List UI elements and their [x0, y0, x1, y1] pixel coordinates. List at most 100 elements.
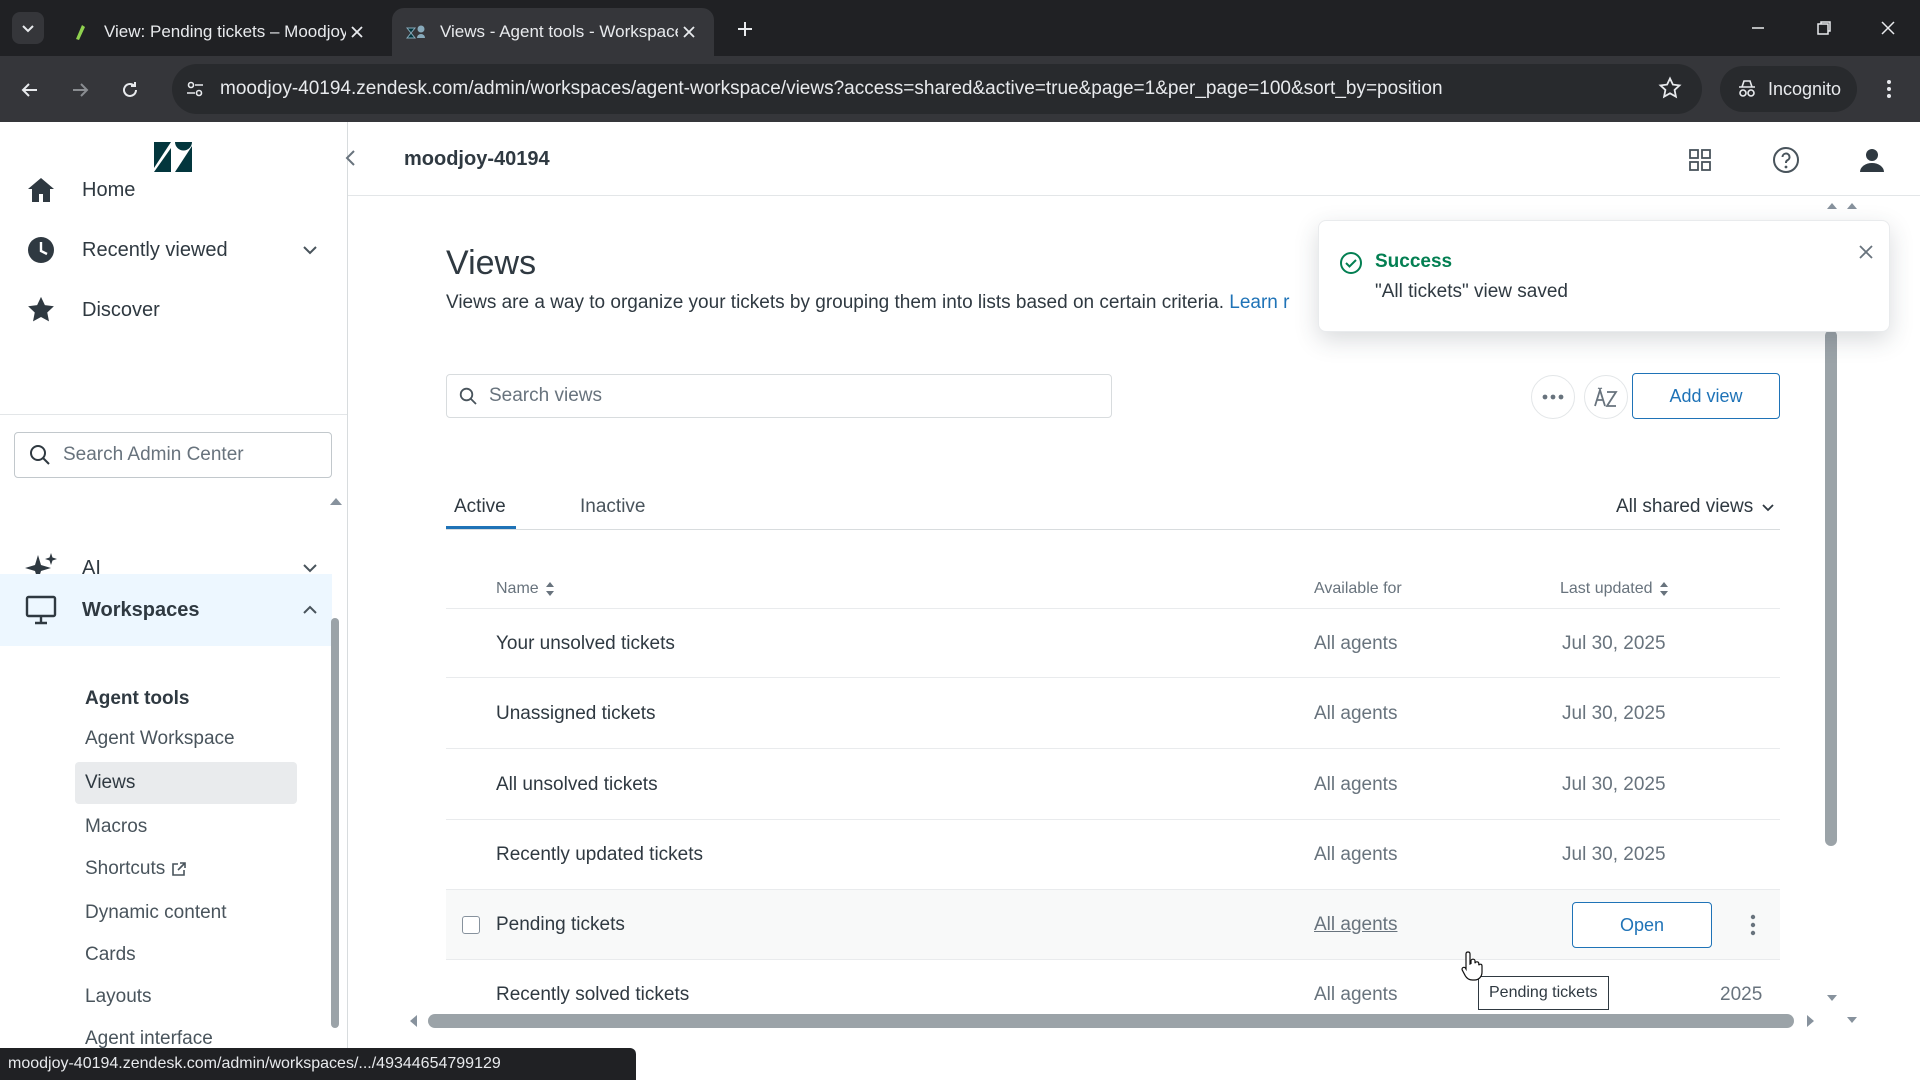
search-icon	[30, 445, 50, 465]
table-row[interactable]: All unsolved tickets All agents Jul 30, …	[446, 750, 1780, 820]
column-header-name[interactable]: Name	[496, 580, 555, 598]
column-label: Last updated	[1560, 580, 1653, 597]
view-name[interactable]: Recently updated tickets	[496, 820, 703, 890]
user-profile-icon[interactable]	[1858, 146, 1886, 174]
active-tab-indicator	[446, 526, 516, 529]
sidebar-scroll-up-arrow[interactable]	[328, 494, 344, 508]
browser-tab-pending[interactable]: View: Pending tickets – Moodjoy	[58, 8, 382, 56]
reload-button[interactable]	[112, 72, 148, 108]
home-icon	[24, 173, 58, 207]
forward-button[interactable]	[62, 72, 98, 108]
view-last-updated: 2025	[1720, 984, 1763, 1005]
nav-label: Discover	[82, 298, 160, 321]
browser-toolbar: moodjoy-40194.zendesk.com/admin/workspac…	[0, 56, 1920, 122]
tabs-divider	[446, 529, 1780, 530]
tab-inactive[interactable]: Inactive	[580, 496, 645, 518]
page-scroll-up-arrow[interactable]	[1846, 200, 1858, 212]
help-icon[interactable]	[1772, 146, 1800, 174]
browser-menu-button[interactable]	[1874, 74, 1904, 104]
view-name[interactable]: All unsolved tickets	[496, 750, 658, 820]
view-name[interactable]: Recently solved tickets	[496, 960, 689, 1020]
view-name[interactable]: Your unsolved tickets	[496, 609, 675, 679]
table-row[interactable]: Pending tickets All agents Open	[446, 890, 1780, 960]
horizontal-scroll-left-arrow[interactable]	[408, 1014, 420, 1028]
page-description: Views are a way to organize your tickets…	[446, 292, 1289, 314]
incognito-icon	[1739, 80, 1755, 97]
view-name[interactable]: Unassigned tickets	[496, 679, 655, 749]
products-grid-icon[interactable]	[1686, 146, 1714, 174]
page-scroll-down-arrow[interactable]	[1846, 1014, 1858, 1026]
nav-home[interactable]: Home	[0, 160, 332, 220]
address-bar[interactable]: moodjoy-40194.zendesk.com/admin/workspac…	[172, 64, 1702, 114]
new-tab-button[interactable]	[730, 14, 760, 44]
content-scrollbar[interactable]	[1825, 330, 1837, 846]
view-availability-link[interactable]: All agents	[1314, 890, 1397, 960]
column-header-updated[interactable]: Last updated	[1560, 580, 1669, 598]
toast-title: Success	[1375, 251, 1453, 272]
close-tab-icon[interactable]	[346, 21, 368, 43]
column-label: Available for	[1314, 580, 1402, 597]
sub-item-views[interactable]: Views	[75, 762, 297, 804]
table-row[interactable]: Your unsolved tickets All agents Jul 30,…	[446, 608, 1780, 678]
account-name: moodjoy-40194	[404, 148, 550, 170]
sub-item-macros[interactable]: Macros	[75, 806, 297, 848]
view-last-updated: Jul 30, 2025	[1562, 844, 1666, 865]
link-status-bar: moodjoy-40194.zendesk.com/admin/workspac…	[0, 1048, 636, 1080]
table-row[interactable]: Unassigned tickets All agents Jul 30, 20…	[446, 679, 1780, 749]
plus-icon	[738, 22, 752, 36]
bookmark-star-icon[interactable]	[1658, 76, 1684, 102]
row-actions-button[interactable]	[1738, 910, 1768, 940]
browser-tab-views[interactable]: Views - Agent tools - Workspace	[392, 8, 714, 56]
close-tab-icon[interactable]	[678, 21, 700, 43]
close-window-button[interactable]	[1868, 10, 1908, 46]
content-scroll-up-arrow[interactable]	[1826, 200, 1838, 212]
views-search-box[interactable]	[446, 374, 1112, 418]
nav-workspaces[interactable]: Workspaces	[0, 574, 332, 646]
restore-button[interactable]	[1804, 10, 1844, 46]
content-scroll-down-arrow[interactable]	[1826, 992, 1838, 1004]
sidebar-scrollbar[interactable]	[331, 618, 339, 1028]
open-view-button[interactable]: Open	[1572, 902, 1712, 948]
sub-item-layouts[interactable]: Layouts	[75, 976, 297, 1018]
add-view-button[interactable]: Add view	[1632, 373, 1780, 419]
close-toast-button[interactable]	[1853, 239, 1879, 265]
admin-search-box[interactable]	[14, 432, 332, 478]
leaf-favicon-icon	[76, 25, 85, 40]
sub-item-agent-workspace[interactable]: Agent Workspace	[75, 718, 297, 760]
nav-recently-viewed[interactable]: Recently viewed	[0, 220, 332, 280]
clock-icon	[24, 233, 58, 267]
collapse-sidebar-button[interactable]	[338, 146, 362, 170]
view-availability: All agents	[1314, 774, 1398, 795]
sub-item-dynamic-content[interactable]: Dynamic content	[75, 892, 297, 934]
horizontal-scrollbar[interactable]	[428, 1014, 1794, 1028]
minimize-button[interactable]	[1738, 10, 1778, 46]
close-icon	[1881, 21, 1895, 35]
tooltip: Pending tickets	[1478, 976, 1609, 1010]
toast-message: "All tickets" view saved	[1375, 281, 1568, 302]
chevron-up-icon[interactable]	[300, 600, 320, 620]
incognito-badge[interactable]: Incognito	[1720, 66, 1858, 112]
site-info-icon[interactable]	[182, 76, 208, 102]
row-checkbox[interactable]	[462, 916, 480, 934]
url-text[interactable]: moodjoy-40194.zendesk.com/admin/workspac…	[220, 64, 1443, 114]
sub-item-cards[interactable]: Cards	[75, 934, 297, 976]
horizontal-scroll-right-arrow[interactable]	[1804, 1014, 1816, 1028]
sort-alphabetical-button[interactable]	[1584, 375, 1628, 419]
page-title: Views	[446, 244, 537, 282]
column-header-available: Available for	[1314, 580, 1402, 598]
view-name[interactable]: Pending tickets	[496, 890, 625, 960]
views-search-input[interactable]	[489, 385, 1089, 407]
sort-icon	[545, 582, 554, 596]
more-options-button[interactable]	[1531, 375, 1575, 419]
views-filter-dropdown[interactable]: All shared views	[1616, 496, 1775, 518]
tab-search-button[interactable]	[12, 12, 44, 44]
tab-active[interactable]: Active	[454, 496, 506, 518]
sub-item-shortcuts[interactable]: Shortcuts	[75, 848, 297, 890]
chevron-down-icon[interactable]	[300, 240, 320, 260]
admin-search-input[interactable]	[63, 444, 313, 466]
monitor-icon	[24, 593, 58, 627]
back-button[interactable]	[12, 72, 48, 108]
learn-more-link[interactable]: Learn r	[1229, 292, 1289, 313]
nav-discover[interactable]: Discover	[0, 280, 332, 340]
table-row[interactable]: Recently updated tickets All agents Jul …	[446, 820, 1780, 890]
